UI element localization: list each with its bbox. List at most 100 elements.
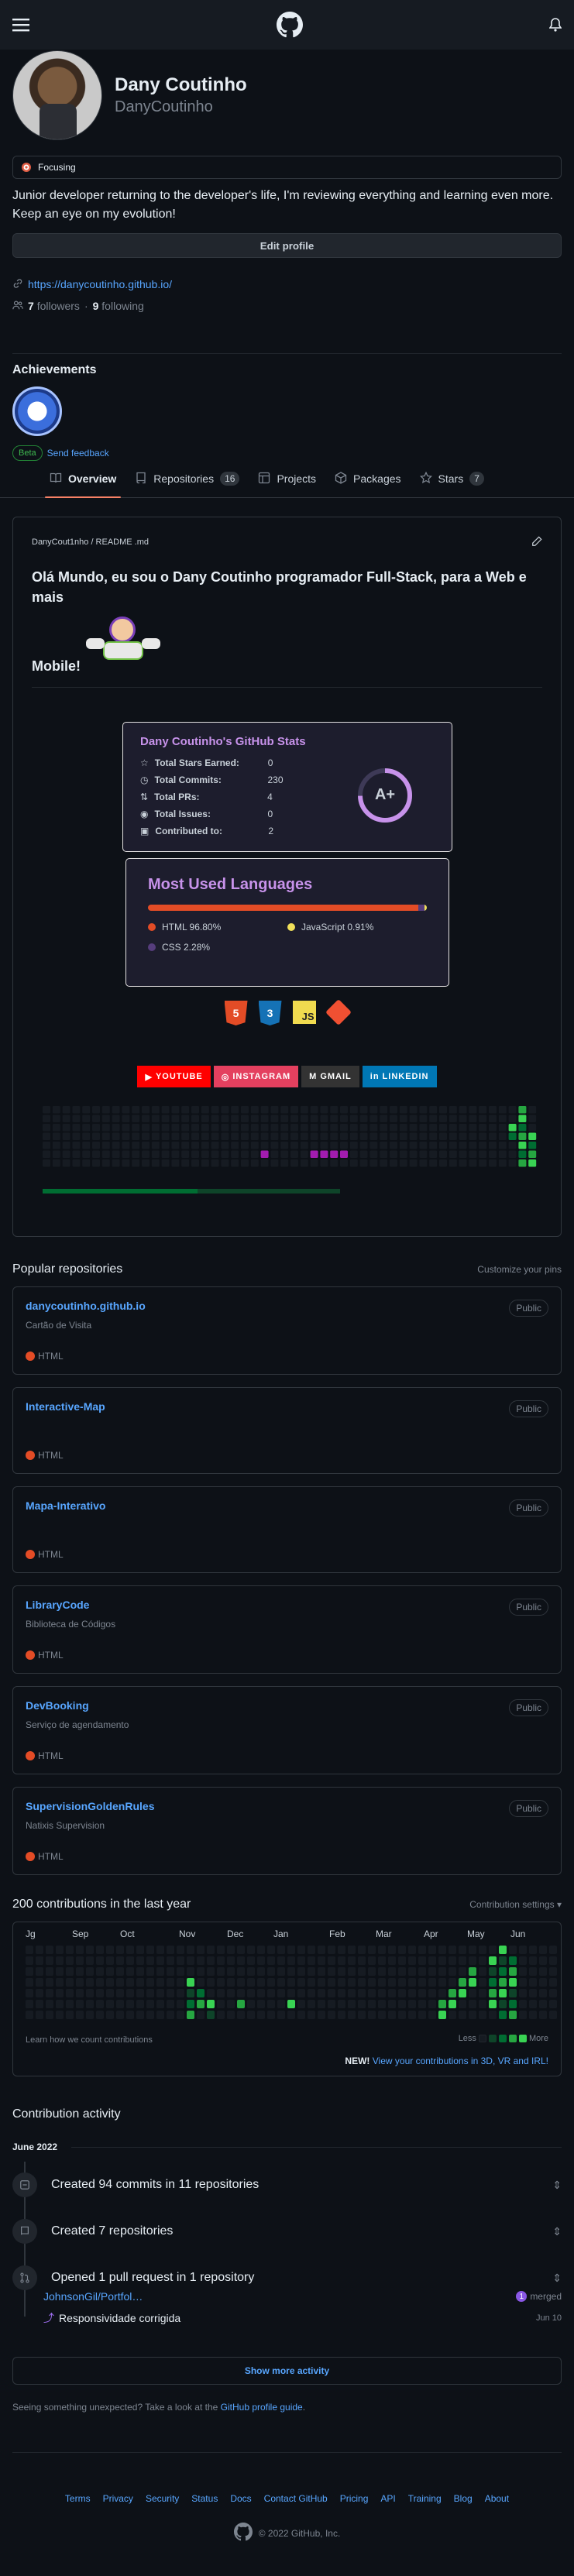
contribution-day[interactable] bbox=[116, 1956, 124, 1965]
contribution-day[interactable] bbox=[378, 2011, 386, 2019]
contribution-day[interactable] bbox=[398, 1989, 406, 1997]
contribution-day[interactable] bbox=[116, 1967, 124, 1976]
contribution-day[interactable] bbox=[438, 1978, 446, 1987]
activity-pull-requests[interactable]: Opened 1 pull request in 1 repository ⇕ bbox=[0, 2255, 574, 2301]
contribution-day[interactable] bbox=[167, 1989, 174, 1997]
contribution-day[interactable] bbox=[479, 1956, 486, 1965]
contribution-day[interactable] bbox=[287, 1989, 295, 1997]
contribution-day[interactable] bbox=[136, 1989, 144, 1997]
contribution-day[interactable] bbox=[227, 1967, 235, 1976]
contribution-day[interactable] bbox=[318, 1956, 325, 1965]
contribution-day[interactable] bbox=[197, 1946, 205, 1954]
contribution-day[interactable] bbox=[66, 1989, 74, 1997]
contribution-day[interactable] bbox=[338, 1946, 345, 1954]
contribution-day[interactable] bbox=[177, 1946, 184, 1954]
contribution-day[interactable] bbox=[146, 1946, 154, 1954]
contribution-day[interactable] bbox=[428, 2011, 436, 2019]
contribution-day[interactable] bbox=[408, 2011, 416, 2019]
contribution-day[interactable] bbox=[509, 2000, 517, 2008]
contribution-day[interactable] bbox=[46, 2000, 53, 2008]
contribution-day[interactable] bbox=[378, 1978, 386, 1987]
learn-link[interactable]: Learn how we count contributions bbox=[26, 2035, 153, 2045]
contribution-day[interactable] bbox=[156, 1946, 164, 1954]
contribution-day[interactable] bbox=[227, 1978, 235, 1987]
contribution-day[interactable] bbox=[237, 2011, 245, 2019]
contribution-day[interactable] bbox=[438, 1956, 446, 1965]
contribution-day[interactable] bbox=[318, 2000, 325, 2008]
contribution-day[interactable] bbox=[338, 1989, 345, 1997]
contribution-day[interactable] bbox=[86, 1946, 94, 1954]
contribution-day[interactable] bbox=[449, 2000, 456, 2008]
contribution-day[interactable] bbox=[338, 1967, 345, 1976]
contribution-day[interactable] bbox=[197, 1956, 205, 1965]
contribution-day[interactable] bbox=[66, 2000, 74, 2008]
contribution-day[interactable] bbox=[328, 1956, 335, 1965]
contribution-day[interactable] bbox=[428, 1946, 436, 1954]
contribution-day[interactable] bbox=[26, 2000, 33, 2008]
contribution-day[interactable] bbox=[438, 1967, 446, 1976]
contribution-day[interactable] bbox=[438, 1989, 446, 1997]
contribution-day[interactable] bbox=[277, 1978, 285, 1987]
bell-icon[interactable] bbox=[549, 18, 562, 32]
contribution-day[interactable] bbox=[146, 2011, 154, 2019]
contribution-day[interactable] bbox=[146, 1956, 154, 1965]
contribution-day[interactable] bbox=[529, 1978, 537, 1987]
contribution-day[interactable] bbox=[237, 1967, 245, 1976]
footer-link[interactable]: Docs bbox=[230, 2493, 251, 2504]
contribution-day[interactable] bbox=[418, 1946, 426, 1954]
contribution-day[interactable] bbox=[197, 2000, 205, 2008]
contribution-day[interactable] bbox=[136, 1967, 144, 1976]
contribution-day[interactable] bbox=[297, 1956, 305, 1965]
contribution-day[interactable] bbox=[96, 1956, 104, 1965]
contribution-day[interactable] bbox=[227, 1946, 235, 1954]
contribution-day[interactable] bbox=[459, 2011, 466, 2019]
contribution-day[interactable] bbox=[277, 1946, 285, 1954]
contribution-day[interactable] bbox=[36, 1989, 43, 1997]
contribution-day[interactable] bbox=[297, 2000, 305, 2008]
contribution-day[interactable] bbox=[156, 1956, 164, 1965]
contribution-day[interactable] bbox=[36, 2011, 43, 2019]
contribution-day[interactable] bbox=[297, 1946, 305, 1954]
contribution-day[interactable] bbox=[408, 1978, 416, 1987]
repo-name-link[interactable]: LibraryCode bbox=[26, 1599, 89, 1611]
contribution-day[interactable] bbox=[96, 2000, 104, 2008]
contribution-day[interactable] bbox=[549, 1946, 557, 1954]
contribution-day[interactable] bbox=[378, 1967, 386, 1976]
contribution-day[interactable] bbox=[338, 1956, 345, 1965]
footer-link[interactable]: Status bbox=[191, 2493, 218, 2504]
contribution-day[interactable] bbox=[489, 1967, 497, 1976]
contribution-day[interactable] bbox=[267, 1946, 275, 1954]
contribution-day[interactable] bbox=[257, 2000, 265, 2008]
contribution-day[interactable] bbox=[428, 1956, 436, 1965]
contribution-day[interactable] bbox=[66, 1967, 74, 1976]
contribution-day[interactable] bbox=[318, 1989, 325, 1997]
contribution-day[interactable] bbox=[76, 1956, 84, 1965]
contribution-day[interactable] bbox=[36, 1967, 43, 1976]
contribution-day[interactable] bbox=[167, 2011, 174, 2019]
contribution-day[interactable] bbox=[66, 1946, 74, 1954]
contribution-day[interactable] bbox=[136, 1978, 144, 1987]
contribution-day[interactable] bbox=[177, 1978, 184, 1987]
contribution-day[interactable] bbox=[348, 2011, 356, 2019]
contribution-day[interactable] bbox=[116, 1989, 124, 1997]
contribution-day[interactable] bbox=[479, 1946, 486, 1954]
contribution-day[interactable] bbox=[509, 1978, 517, 1987]
contribution-day[interactable] bbox=[338, 2011, 345, 2019]
contribution-day[interactable] bbox=[499, 1967, 507, 1976]
contribution-day[interactable] bbox=[197, 2011, 205, 2019]
contribution-day[interactable] bbox=[428, 2000, 436, 2008]
contribution-day[interactable] bbox=[36, 1978, 43, 1987]
contribution-day[interactable] bbox=[519, 1956, 527, 1965]
contribution-day[interactable] bbox=[348, 1967, 356, 1976]
contribution-day[interactable] bbox=[519, 2000, 527, 2008]
github-logo-icon[interactable] bbox=[233, 2523, 253, 2543]
contribution-day[interactable] bbox=[126, 2000, 134, 2008]
contribution-day[interactable] bbox=[96, 1978, 104, 1987]
contribution-day[interactable] bbox=[26, 2011, 33, 2019]
contribution-day[interactable] bbox=[418, 1967, 426, 1976]
contribution-day[interactable] bbox=[277, 2011, 285, 2019]
contribution-day[interactable] bbox=[318, 1978, 325, 1987]
expand-icon[interactable]: ⇕ bbox=[552, 2225, 562, 2238]
contribution-day[interactable] bbox=[358, 2011, 366, 2019]
contribution-day[interactable] bbox=[26, 1956, 33, 1965]
